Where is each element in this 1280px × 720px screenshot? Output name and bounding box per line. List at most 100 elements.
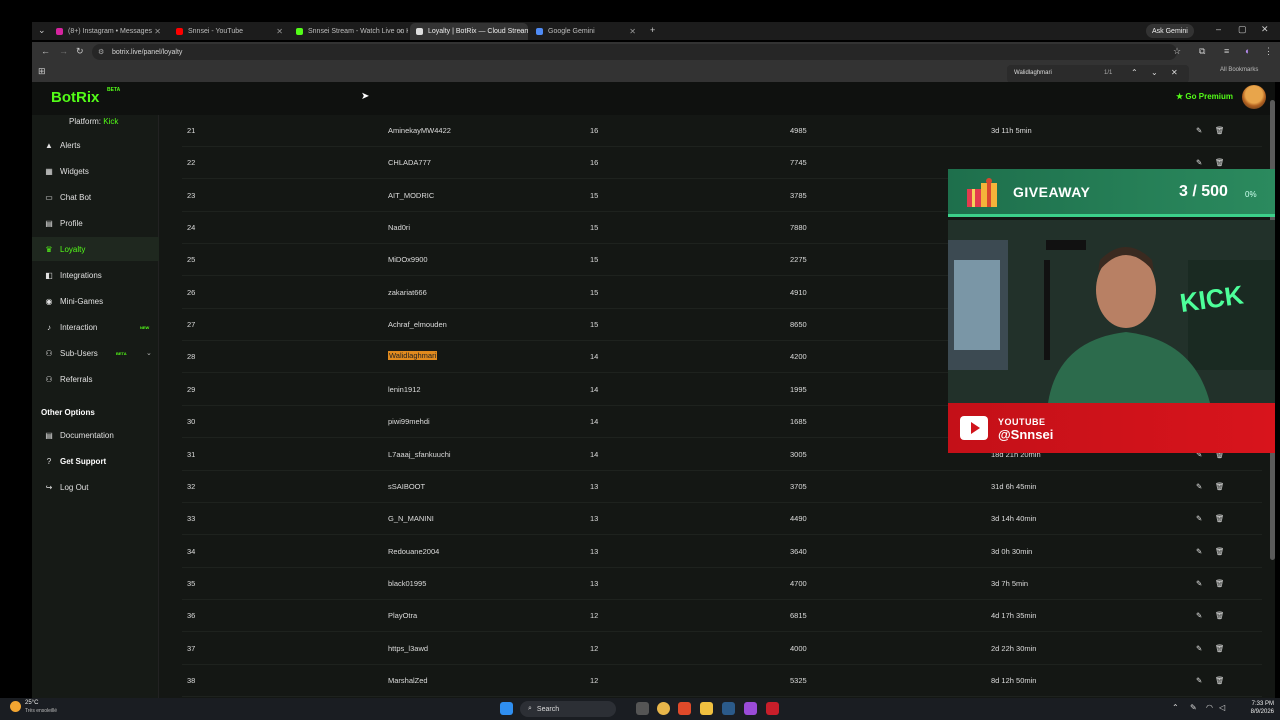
back-icon[interactable]: ← bbox=[41, 46, 50, 56]
sidebar-item-referrals[interactable]: ⚇ Referrals bbox=[32, 367, 159, 391]
sidebar-item-widgets[interactable]: ▦ Widgets bbox=[32, 159, 159, 183]
tab-2[interactable]: Snnsei - YouTube ✕ bbox=[170, 23, 287, 40]
sidebar-item-mini-games[interactable]: ◉ Mini-Games bbox=[32, 289, 159, 313]
start-icon[interactable] bbox=[500, 702, 513, 715]
edit-icon[interactable]: ✎ bbox=[1196, 644, 1202, 653]
find-input[interactable]: Walidlaghmari bbox=[1014, 70, 1052, 76]
close-window-icon[interactable]: ✕ bbox=[1261, 24, 1269, 35]
taskbar-search[interactable]: ⌕ Search bbox=[520, 701, 616, 717]
sidebar-item-log-out[interactable]: ↪ Log Out bbox=[32, 475, 159, 499]
edit-icon[interactable]: ✎ bbox=[1196, 611, 1202, 620]
menu-icon[interactable]: ⋮ bbox=[1264, 46, 1273, 57]
find-next-icon[interactable]: ⌄ bbox=[1151, 68, 1158, 77]
delete-icon[interactable]: 🗑 bbox=[1215, 676, 1225, 685]
weather-description[interactable]: Très ensoleillé bbox=[25, 708, 57, 714]
wifi-icon[interactable]: ◠ bbox=[1206, 703, 1213, 712]
tab-close-icon[interactable]: ✕ bbox=[397, 27, 404, 36]
tab-3[interactable]: Snnsei Stream - Watch Live on K ✕ bbox=[290, 23, 408, 40]
weather-temp[interactable]: 25°C bbox=[25, 700, 38, 706]
volume-icon[interactable]: ◁ bbox=[1219, 703, 1225, 712]
task-view-icon[interactable] bbox=[636, 702, 649, 715]
level-cell: 15 bbox=[590, 255, 599, 265]
chevron-down-icon[interactable]: ⌄ bbox=[146, 349, 152, 357]
profile-icon[interactable]: ◐ bbox=[1245, 46, 1250, 56]
forward-icon[interactable]: → bbox=[59, 46, 68, 56]
sidebar-item-chat-bot[interactable]: ▭ Chat Bot bbox=[32, 185, 159, 209]
find-prev-icon[interactable]: ⌃ bbox=[1131, 68, 1138, 77]
tab-5[interactable]: Google Gemini ✕ bbox=[530, 23, 640, 40]
delete-icon[interactable]: 🗑 bbox=[1215, 158, 1225, 167]
all-bookmarks-link[interactable]: All Bookmarks bbox=[1220, 67, 1258, 73]
ask-gemini-button[interactable]: Ask Gemini bbox=[1146, 24, 1194, 38]
sidebar-item-loyalty[interactable]: ♛ Loyalty bbox=[32, 237, 159, 261]
username-cell: L7aaaj_sfankuuchi bbox=[388, 449, 451, 459]
tab-close-icon[interactable]: ✕ bbox=[276, 27, 283, 36]
reading-list-icon[interactable]: ≡ bbox=[1224, 46, 1229, 56]
url-text: botrix.live/panel/loyalty bbox=[112, 48, 183, 56]
tab-close-icon[interactable]: ✕ bbox=[517, 27, 524, 36]
level-cell: 15 bbox=[590, 190, 599, 200]
streaming-app-icon[interactable] bbox=[744, 702, 757, 715]
weather-sun-icon[interactable] bbox=[10, 701, 21, 712]
edit-icon[interactable]: ✎ bbox=[1196, 126, 1202, 135]
brave-icon[interactable] bbox=[678, 702, 691, 715]
maximize-icon[interactable]: ▢ bbox=[1238, 24, 1247, 35]
clock[interactable]: 7:33 PM 8/9/2026 bbox=[1234, 700, 1274, 716]
tray-overflow-icon[interactable]: ⌃ bbox=[1172, 703, 1179, 712]
sidebar-item-alerts[interactable]: ▲ Alerts bbox=[32, 133, 159, 157]
search-label: Search bbox=[536, 705, 560, 713]
reload-icon[interactable]: ↻ bbox=[76, 46, 84, 57]
apps-icon[interactable]: ⊞ bbox=[38, 66, 46, 77]
tab-4[interactable]: Loyalty | BotRix — Cloud Streami ✕ bbox=[410, 23, 528, 40]
tab-search-icon[interactable]: ⌄ bbox=[38, 25, 46, 36]
tab-close-icon[interactable]: ✕ bbox=[154, 27, 161, 36]
logo-beta-badge: BETA bbox=[107, 87, 121, 93]
tray-pen-icon[interactable]: ✎ bbox=[1190, 703, 1197, 712]
find-close-icon[interactable]: ✕ bbox=[1171, 68, 1178, 77]
sidebar-item-sub-users[interactable]: ⚇ Sub-Users BETA ⌄ bbox=[32, 341, 159, 365]
edit-icon[interactable]: ✎ bbox=[1196, 158, 1202, 167]
extensions-icon[interactable]: ⧉ bbox=[1199, 46, 1205, 57]
site-info-icon[interactable]: ⚙ bbox=[98, 48, 104, 56]
botrix-logo[interactable]: BotRix BETA bbox=[51, 87, 120, 106]
gift-icon bbox=[967, 178, 997, 207]
delete-icon[interactable]: 🗑 bbox=[1215, 644, 1225, 653]
find-count: 1/1 bbox=[1104, 70, 1113, 76]
tab-close-icon[interactable]: ✕ bbox=[629, 27, 636, 36]
sidebar-item-label: Widgets bbox=[60, 166, 89, 176]
steam-icon[interactable] bbox=[722, 702, 735, 715]
minimize-icon[interactable]: – bbox=[1216, 24, 1221, 34]
delete-icon[interactable]: 🗑 bbox=[1215, 547, 1225, 556]
chrome-icon[interactable] bbox=[657, 702, 670, 715]
address-toolbar: ← → ↻ ⚙ botrix.live/panel/loyalty ☆ ⧉ ≡ … bbox=[32, 42, 1280, 62]
sidebar-item-profile[interactable]: ▤ Profile bbox=[32, 211, 159, 235]
recording-app-icon[interactable] bbox=[766, 702, 779, 715]
sidebar-item-interaction[interactable]: ♪ Interaction NEW bbox=[32, 315, 159, 339]
level-cell: 13 bbox=[590, 578, 599, 588]
sidebar-item-get-support[interactable]: ? Get Support bbox=[32, 449, 159, 473]
tab-1[interactable]: (8+) Instagram • Messages ✕ bbox=[50, 23, 165, 40]
level-cell: 15 bbox=[590, 320, 599, 330]
sidebar-item-documentation[interactable]: ▤ Documentation bbox=[32, 423, 159, 447]
delete-icon[interactable]: 🗑 bbox=[1215, 482, 1225, 491]
edit-icon[interactable]: ✎ bbox=[1196, 482, 1202, 491]
sidebar-item-integrations[interactable]: ◧ Integrations bbox=[32, 263, 159, 287]
go-premium-button[interactable]: ★ Go Premium bbox=[1176, 92, 1233, 101]
delete-icon[interactable]: 🗑 bbox=[1215, 126, 1225, 135]
avatar[interactable] bbox=[1242, 85, 1266, 109]
points-cell: 4985 bbox=[790, 126, 807, 135]
delete-icon[interactable]: 🗑 bbox=[1215, 514, 1225, 523]
edit-icon[interactable]: ✎ bbox=[1196, 676, 1202, 685]
youtube-banner: YOUTUBE @Snnsei bbox=[948, 403, 1275, 453]
url-field[interactable]: ⚙ botrix.live/panel/loyalty bbox=[92, 44, 1177, 60]
new-tab-icon[interactable]: + bbox=[650, 25, 655, 35]
file-explorer-icon[interactable] bbox=[700, 702, 713, 715]
edit-icon[interactable]: ✎ bbox=[1196, 579, 1202, 588]
edit-icon[interactable]: ✎ bbox=[1196, 547, 1202, 556]
edit-icon[interactable]: ✎ bbox=[1196, 514, 1202, 523]
delete-icon[interactable]: 🗑 bbox=[1215, 579, 1225, 588]
delete-icon[interactable]: 🗑 bbox=[1215, 611, 1225, 620]
username-cell: https_l3awd bbox=[388, 643, 429, 653]
bookmark-star-icon[interactable]: ☆ bbox=[1173, 46, 1181, 57]
username-cell: zakariat666 bbox=[388, 287, 427, 297]
